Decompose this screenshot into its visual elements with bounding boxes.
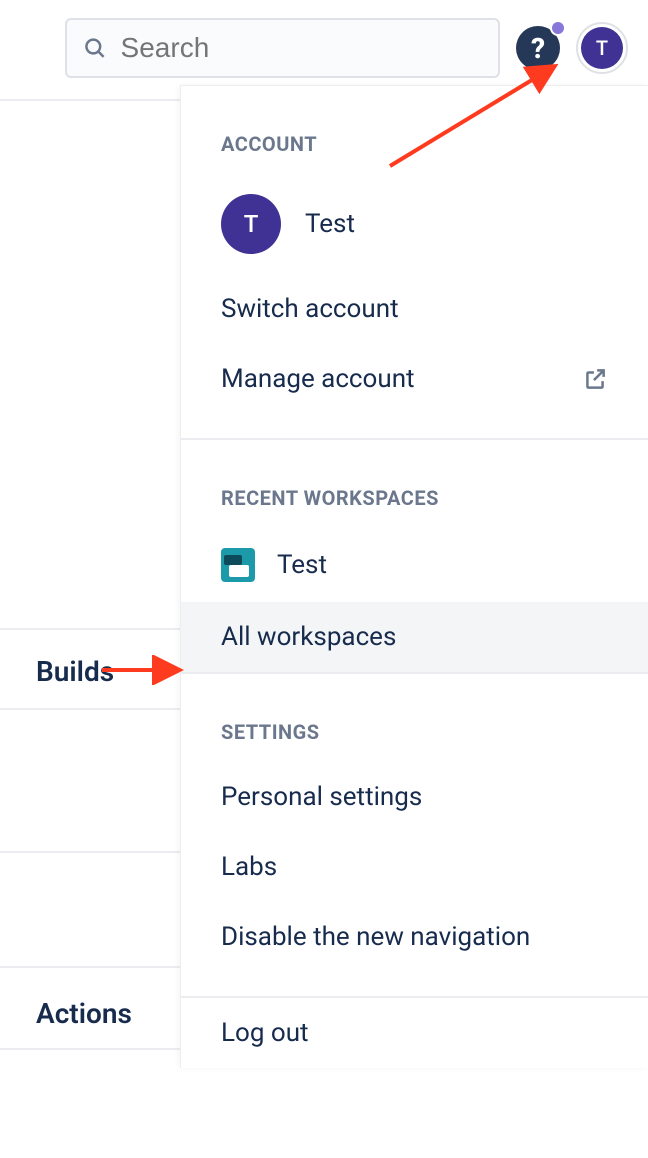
- menu-item-switch-account[interactable]: Switch account: [181, 274, 648, 344]
- menu-item-label: Labs: [221, 852, 277, 882]
- menu-item-label: Disable the new navigation: [221, 922, 530, 952]
- search-box[interactable]: [65, 18, 500, 78]
- menu-item-label: Manage account: [221, 364, 415, 394]
- menu-item-workspace-test[interactable]: Test: [181, 528, 648, 602]
- menu-item-labs[interactable]: Labs: [181, 832, 648, 902]
- menu-item-manage-account[interactable]: Manage account: [181, 344, 648, 414]
- help-button[interactable]: ?: [516, 26, 560, 70]
- help-icon: ?: [531, 32, 545, 65]
- menu-item-label: Switch account: [221, 294, 399, 324]
- section-header-recent-workspaces: RECENT WORKSPACES: [181, 440, 648, 528]
- menu-item-label: Test: [277, 550, 327, 580]
- search-icon: [83, 35, 107, 61]
- topbar: ? T: [0, 0, 648, 96]
- section-header-settings: SETTINGS: [181, 674, 648, 762]
- search-input[interactable]: [121, 32, 482, 64]
- menu-item-label: Personal settings: [221, 782, 422, 812]
- menu-item-log-out[interactable]: Log out: [181, 998, 648, 1068]
- sidebar-builds-label: Builds: [36, 655, 114, 688]
- menu-item-disable-navigation[interactable]: Disable the new navigation: [181, 902, 648, 972]
- sidebar-actions-label: Actions: [36, 997, 132, 1030]
- profile-avatar-initial: T: [581, 27, 623, 69]
- menu-item-label: All workspaces: [221, 622, 396, 652]
- menu-item-personal-settings[interactable]: Personal settings: [181, 762, 648, 832]
- section-header-account: ACCOUNT: [181, 86, 648, 174]
- account-avatar-icon: T: [221, 194, 281, 254]
- menu-item-label: Test: [305, 209, 355, 239]
- notification-dot: [550, 20, 566, 36]
- account-dropdown: ACCOUNT T Test Switch account Manage acc…: [180, 85, 648, 1068]
- menu-item-account[interactable]: T Test: [181, 174, 648, 274]
- menu-item-all-workspaces[interactable]: All workspaces: [181, 602, 648, 672]
- menu-item-label: Log out: [221, 1018, 309, 1048]
- external-link-icon: [582, 366, 608, 392]
- profile-avatar-button[interactable]: T: [576, 22, 628, 74]
- workspace-icon: [221, 548, 255, 582]
